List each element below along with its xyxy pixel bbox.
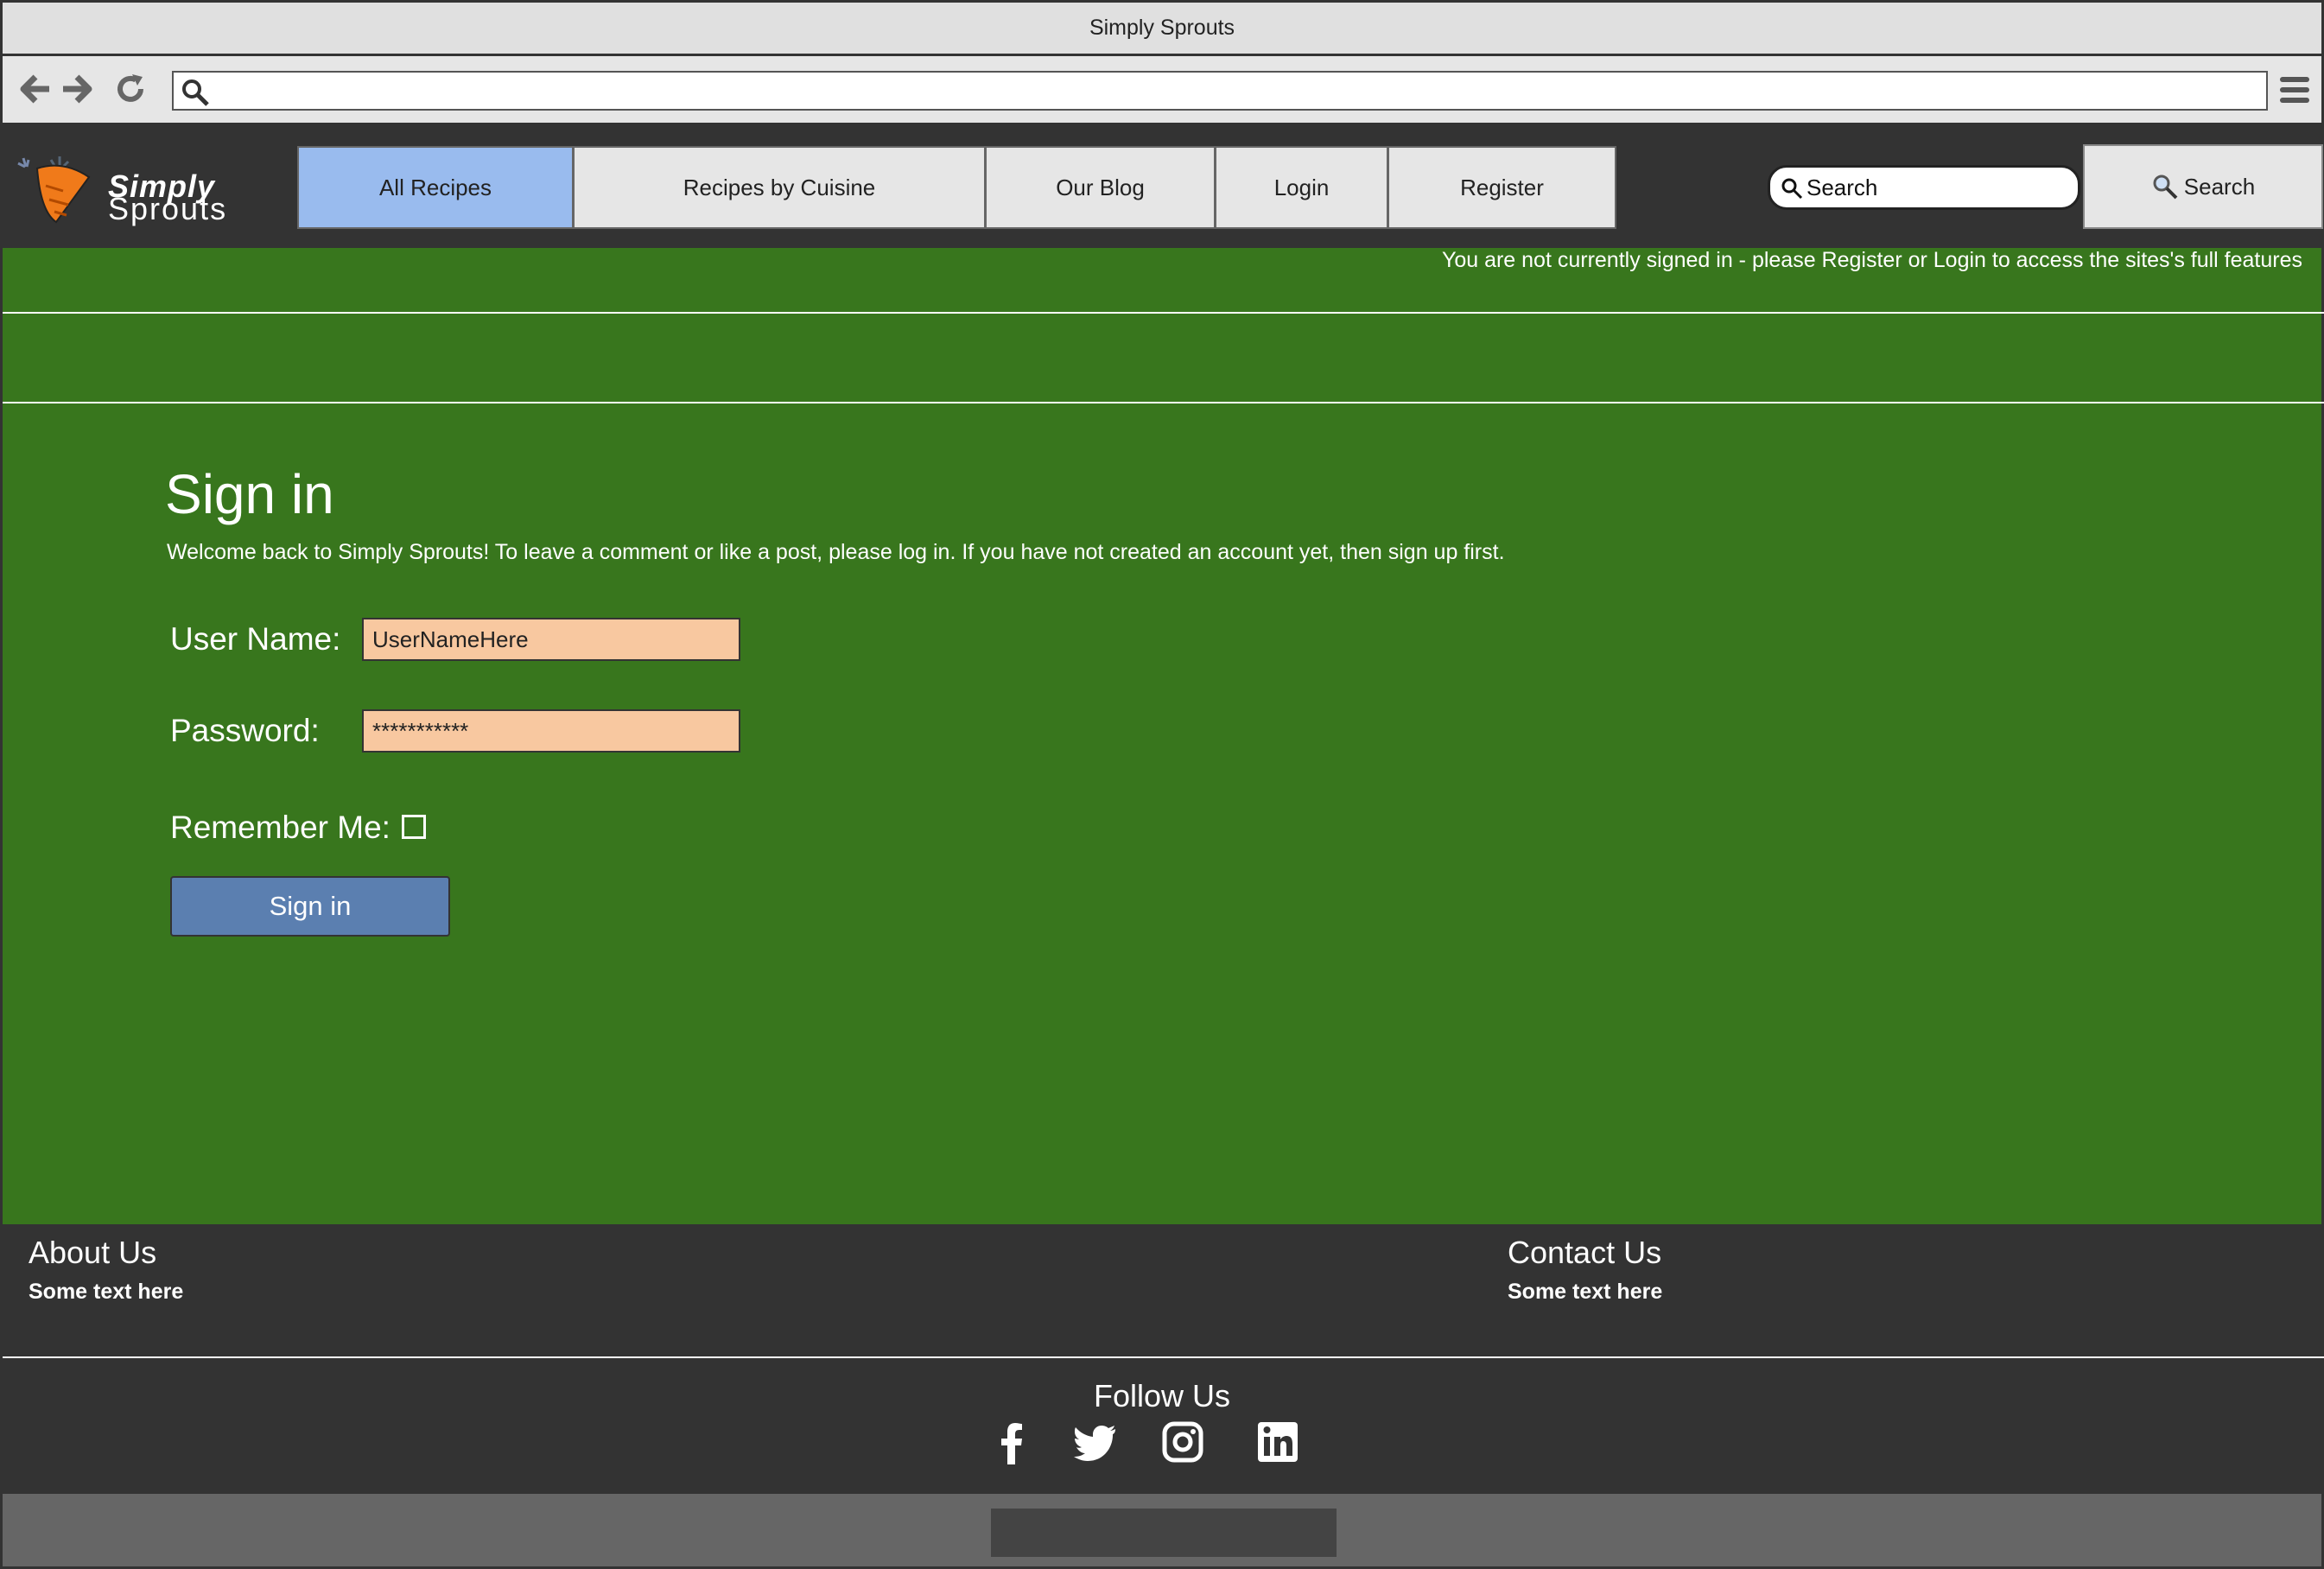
page-title: Sign in (165, 463, 334, 525)
follow-us-heading: Follow Us (1093, 1378, 1231, 1413)
bottom-placeholder (991, 1509, 1337, 1557)
address-bar[interactable] (172, 71, 2268, 111)
linkedin-icon[interactable] (1255, 1420, 1300, 1464)
tab-label: Register (1460, 174, 1544, 200)
about-us-text: Some text here (29, 1280, 184, 1304)
sign-in-button[interactable]: Sign in (170, 876, 450, 937)
tab-register[interactable]: Register (1387, 146, 1616, 229)
tab-all-recipes[interactable]: All Recipes (297, 146, 574, 229)
site-logo[interactable]: Simply Sprouts (11, 151, 279, 226)
hamburger-menu-icon[interactable] (2280, 77, 2309, 105)
window-title: Simply Sprouts (1089, 16, 1235, 40)
tab-our-blog[interactable]: Our Blog (985, 146, 1216, 229)
sign-in-notice: You are not currently signed in - please… (1441, 248, 2302, 272)
search-placeholder: Search (1806, 174, 1878, 200)
divider (3, 312, 2324, 314)
tab-label: All Recipes (378, 174, 492, 200)
tab-label: Login (1273, 174, 1330, 200)
main-content: You are not currently signed in - please… (3, 248, 2324, 1224)
site-header: Simply Sprouts All Recipes Recipes by Cu… (3, 125, 2323, 248)
username-field[interactable]: UserNameHere (362, 618, 740, 661)
remember-me-label: Remember Me: (170, 810, 391, 845)
tab-login[interactable]: Login (1215, 146, 1388, 229)
divider (3, 402, 2324, 403)
password-field[interactable]: *********** (362, 709, 740, 753)
password-label: Password: (170, 713, 320, 748)
browser-toolbar (3, 56, 2321, 125)
tab-label: Recipes by Cuisine (683, 174, 876, 200)
tab-recipes-by-cuisine[interactable]: Recipes by Cuisine (573, 146, 986, 229)
forward-icon[interactable] (60, 72, 94, 106)
remember-me-checkbox[interactable] (402, 815, 426, 839)
contact-us-heading: Contact Us (1508, 1235, 1662, 1270)
carrot-logo-icon (17, 156, 91, 224)
reload-icon[interactable] (113, 72, 148, 106)
contact-us-text: Some text here (1508, 1280, 1663, 1304)
browser-window: Simply Sprouts Simply Sprouts All Recipe… (0, 0, 2324, 1569)
twitter-icon[interactable] (1074, 1420, 1119, 1464)
facebook-icon[interactable] (989, 1420, 1034, 1464)
tab-label: Our Blog (1056, 174, 1145, 200)
search-icon (1781, 178, 1803, 200)
sign-in-button-label: Sign in (269, 891, 352, 921)
username-value: UserNameHere (372, 626, 529, 652)
password-value: *********** (372, 717, 469, 744)
welcome-text: Welcome back to Simply Sprouts! To leave… (167, 540, 1505, 564)
magnifier-icon (2153, 175, 2178, 200)
username-label: User Name: (170, 621, 341, 657)
search-icon (182, 79, 209, 106)
instagram-icon[interactable] (1160, 1420, 1205, 1464)
footer-divider (3, 1356, 2324, 1358)
about-us-heading: About Us (29, 1235, 157, 1270)
logo-text-sprouts: Sprouts (108, 191, 228, 226)
window-title-bar: Simply Sprouts (3, 3, 2321, 56)
search-button[interactable]: Search (2083, 144, 2323, 229)
bottom-bar (3, 1494, 2321, 1566)
search-input[interactable]: Search (1768, 165, 2080, 210)
search-button-label: Search (2183, 173, 2256, 200)
back-icon[interactable] (18, 72, 53, 106)
site-footer: About Us Some text here Contact Us Some … (3, 1224, 2324, 1494)
